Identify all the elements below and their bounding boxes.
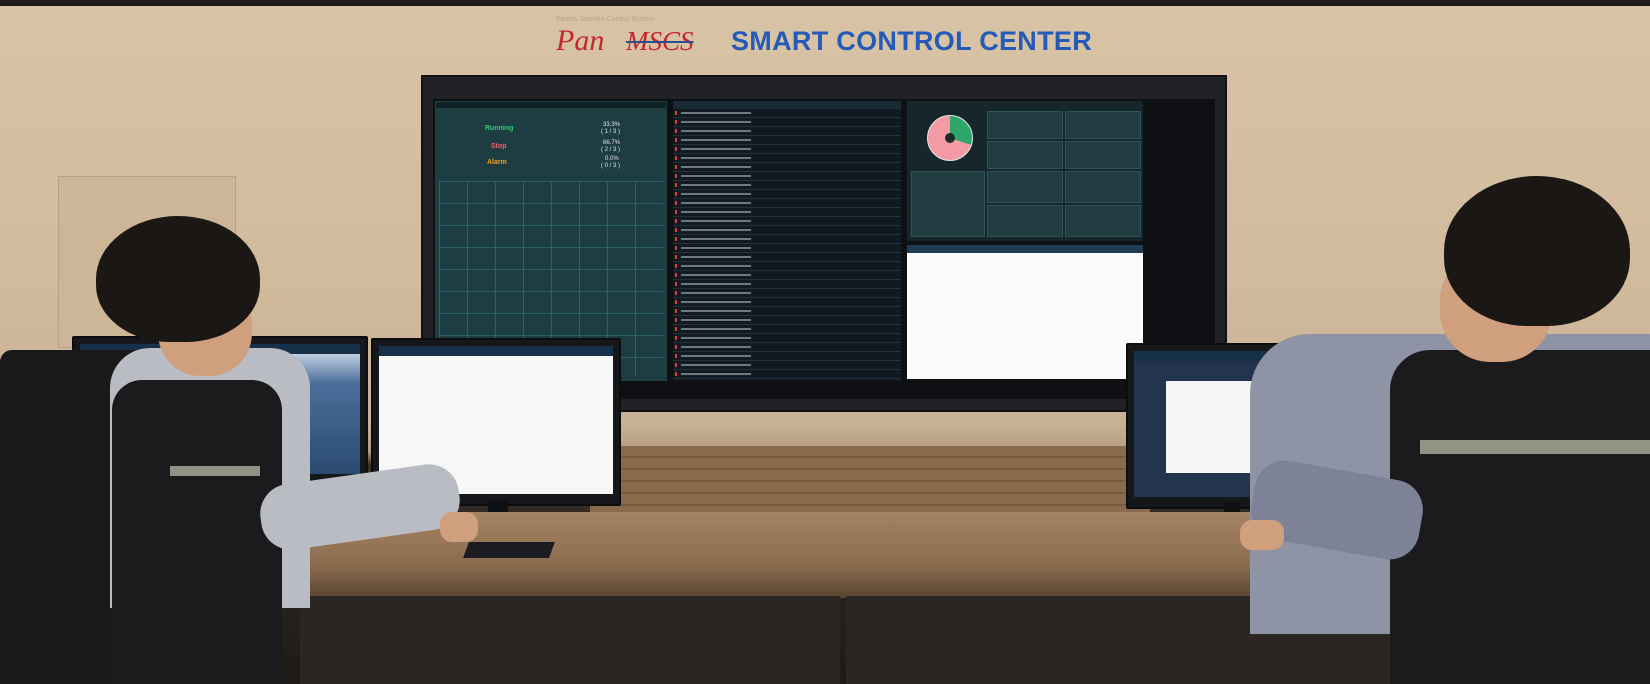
summary-cell	[1065, 205, 1141, 237]
alarm-label: Alarm	[487, 159, 507, 166]
summary-cell	[1065, 141, 1141, 169]
log-row	[673, 325, 901, 334]
panel-header	[436, 102, 666, 108]
stop-pct: 66.7%	[603, 140, 621, 146]
log-row	[673, 334, 901, 343]
brick-wall-strip	[590, 446, 1150, 516]
log-row	[673, 280, 901, 289]
map-panel	[907, 245, 1143, 379]
log-row	[673, 271, 901, 280]
summary-cell	[1065, 111, 1141, 139]
stop-count: ( 2 / 3 )	[601, 147, 621, 153]
mouse-pad	[463, 542, 555, 558]
log-row	[673, 145, 901, 154]
running-label: Running	[485, 125, 514, 132]
log-row	[673, 361, 901, 370]
log-row	[673, 226, 901, 235]
stop-label: Stop	[491, 143, 507, 150]
log-row	[673, 352, 901, 361]
screen-toolbar	[379, 346, 613, 356]
running-pct: 33.3%	[603, 122, 621, 128]
map-toolbar	[907, 245, 1143, 253]
reflective-stripe	[170, 466, 260, 476]
log-row	[673, 136, 901, 145]
log-row	[673, 217, 901, 226]
desk-left-front	[300, 596, 840, 684]
event-log-list	[673, 109, 901, 379]
hand	[440, 512, 478, 542]
summary-cell	[1065, 171, 1141, 203]
status-pie-chart	[927, 115, 973, 161]
log-row	[673, 118, 901, 127]
alarm-count: ( 0 / 3 )	[601, 163, 621, 169]
center-logo: Pantos Satellite Control System Pan MSCS…	[556, 16, 1096, 60]
log-row	[673, 235, 901, 244]
log-row	[673, 190, 901, 199]
log-row	[673, 172, 901, 181]
vest	[112, 380, 282, 684]
logo-pan: Pan	[556, 24, 605, 57]
log-row	[673, 208, 901, 217]
summary-cell	[987, 111, 1063, 139]
log-row	[673, 244, 901, 253]
summary-cell	[987, 205, 1063, 237]
summary-cell	[987, 171, 1063, 203]
summary-panel	[907, 101, 1143, 241]
log-row	[673, 289, 901, 298]
log-header	[673, 101, 901, 109]
hair	[1444, 176, 1630, 326]
control-center-photo: Pantos Satellite Control System Pan MSCS…	[0, 0, 1650, 684]
log-row	[673, 343, 901, 352]
logo-mscs: MSCS	[626, 26, 694, 56]
hair	[96, 216, 260, 342]
log-row	[673, 127, 901, 136]
logo-tagline: Pantos Satellite Control System	[556, 16, 655, 23]
vest	[1390, 350, 1650, 684]
running-count: ( 1 / 3 )	[601, 129, 621, 135]
center-title: SMART CONTROL CENTER	[731, 26, 1092, 56]
log-row	[673, 316, 901, 325]
summary-cell	[911, 171, 985, 237]
ceiling-strip	[0, 0, 1650, 6]
log-row	[673, 181, 901, 190]
log-row	[673, 163, 901, 172]
log-row	[673, 253, 901, 262]
summary-cell	[987, 141, 1063, 169]
reflective-stripe	[1420, 440, 1650, 454]
log-row	[673, 370, 901, 379]
hand	[1240, 520, 1284, 550]
log-row	[673, 154, 901, 163]
event-log-panel	[673, 101, 901, 381]
log-row	[673, 307, 901, 316]
log-row	[673, 199, 901, 208]
log-row	[673, 109, 901, 118]
log-row	[673, 262, 901, 271]
alarm-pct: 0.0%	[605, 156, 619, 162]
log-row	[673, 298, 901, 307]
